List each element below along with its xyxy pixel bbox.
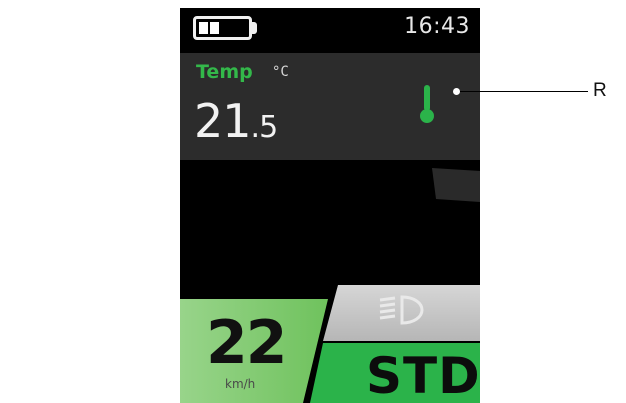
temperature-unit: °C xyxy=(272,64,289,80)
speed-unit: km/h xyxy=(225,377,256,391)
temperature-value: 21.5 xyxy=(194,93,279,156)
clock: 16:43 xyxy=(404,14,470,39)
temperature-value-integer: 21 xyxy=(194,94,252,148)
status-bar: 16:43 xyxy=(180,8,480,52)
callout-label: R xyxy=(593,80,607,101)
battery-icon xyxy=(193,16,252,40)
speed-value: 22 xyxy=(206,308,287,378)
callout-leader-line xyxy=(456,91,588,92)
temperature-panel[interactable]: Temp °C 21.5 xyxy=(180,53,480,160)
headlight-icon xyxy=(379,295,424,325)
battery-tip xyxy=(252,22,257,34)
dark-trapezoid-shape xyxy=(432,168,480,202)
bike-display: 16:43 Temp °C 21.5 22 km/h STD xyxy=(180,8,480,403)
temperature-value-decimal: .5 xyxy=(250,110,279,145)
mode-label: STD xyxy=(366,347,480,403)
callout-dot xyxy=(453,88,460,95)
thermometer-icon xyxy=(420,85,434,123)
temperature-label: Temp xyxy=(196,61,253,83)
